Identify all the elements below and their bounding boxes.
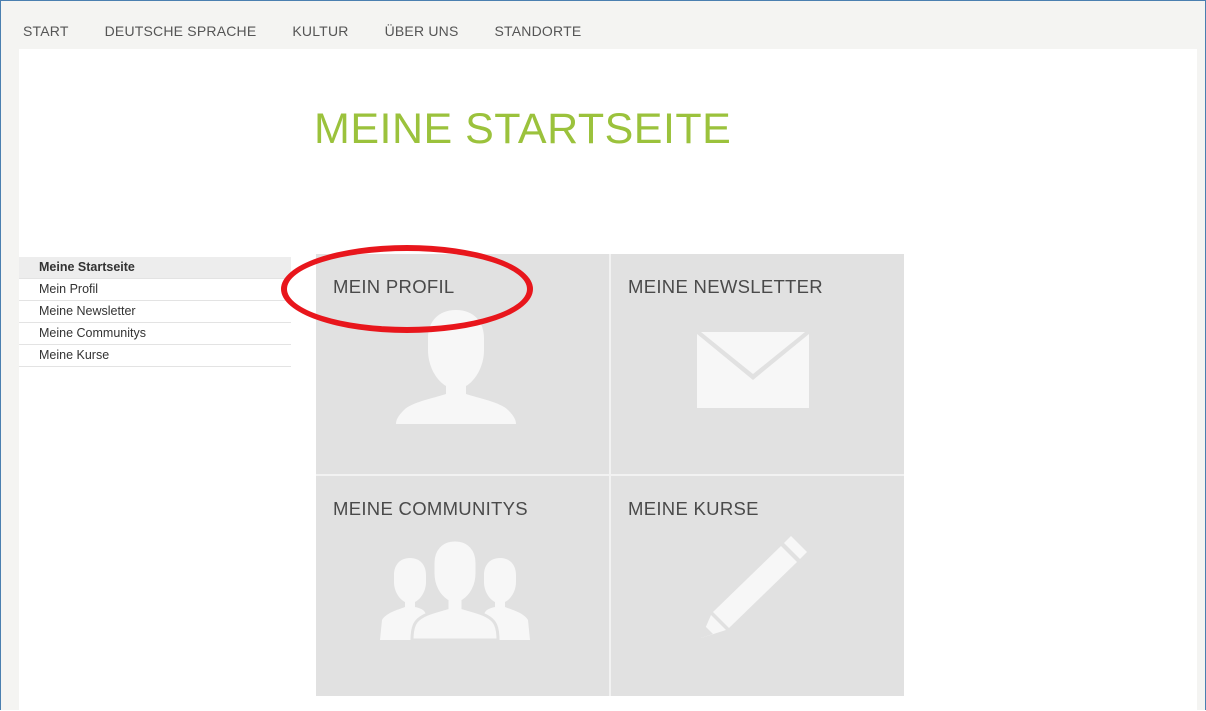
tile-mein-profil[interactable]: MEIN PROFIL (316, 254, 609, 474)
sidebar-item-meine-startseite[interactable]: Meine Startseite (19, 257, 291, 279)
nav-kultur[interactable]: KULTUR (292, 23, 348, 39)
pencil-icon (701, 536, 807, 638)
envelope-icon (697, 332, 809, 408)
main-content: MEINE STARTSEITE Meine Startseite Mein P… (19, 49, 1197, 711)
tile-label-meine-kurse: MEINE KURSE (628, 498, 759, 519)
sidebar-item-meine-kurse[interactable]: Meine Kurse (19, 345, 291, 367)
person-icon (396, 310, 516, 424)
dashboard-tiles: MEIN PROFIL MEINE NEWSLETTER MEINE COMMU… (316, 254, 904, 696)
sidebar-menu: Meine Startseite Mein Profil Meine Newsl… (19, 257, 291, 367)
sidebar-item-mein-profil[interactable]: Mein Profil (19, 279, 291, 301)
nav-deutsche-sprache[interactable]: DEUTSCHE SPRACHE (105, 23, 257, 39)
nav-start[interactable]: START (23, 23, 69, 39)
tile-meine-newsletter[interactable]: MEINE NEWSLETTER (611, 254, 904, 474)
nav-ueber-uns[interactable]: ÜBER UNS (385, 23, 459, 39)
tile-label-mein-profil: MEIN PROFIL (333, 276, 455, 297)
page-title: MEINE STARTSEITE (314, 105, 732, 153)
tile-meine-communitys[interactable]: MEINE COMMUNITYS (316, 476, 609, 696)
tile-label-meine-newsletter: MEINE NEWSLETTER (628, 276, 823, 297)
sidebar-item-meine-communitys[interactable]: Meine Communitys (19, 323, 291, 345)
group-icon (380, 538, 530, 640)
nav-standorte[interactable]: STANDORTE (495, 23, 582, 39)
tile-label-meine-communitys: MEINE COMMUNITYS (333, 498, 528, 519)
browser-frame: START DEUTSCHE SPRACHE KULTUR ÜBER UNS S… (0, 0, 1206, 711)
sidebar-item-meine-newsletter[interactable]: Meine Newsletter (19, 301, 291, 323)
tile-meine-kurse[interactable]: MEINE KURSE (611, 476, 904, 696)
top-navigation: START DEUTSCHE SPRACHE KULTUR ÜBER UNS S… (23, 23, 617, 39)
